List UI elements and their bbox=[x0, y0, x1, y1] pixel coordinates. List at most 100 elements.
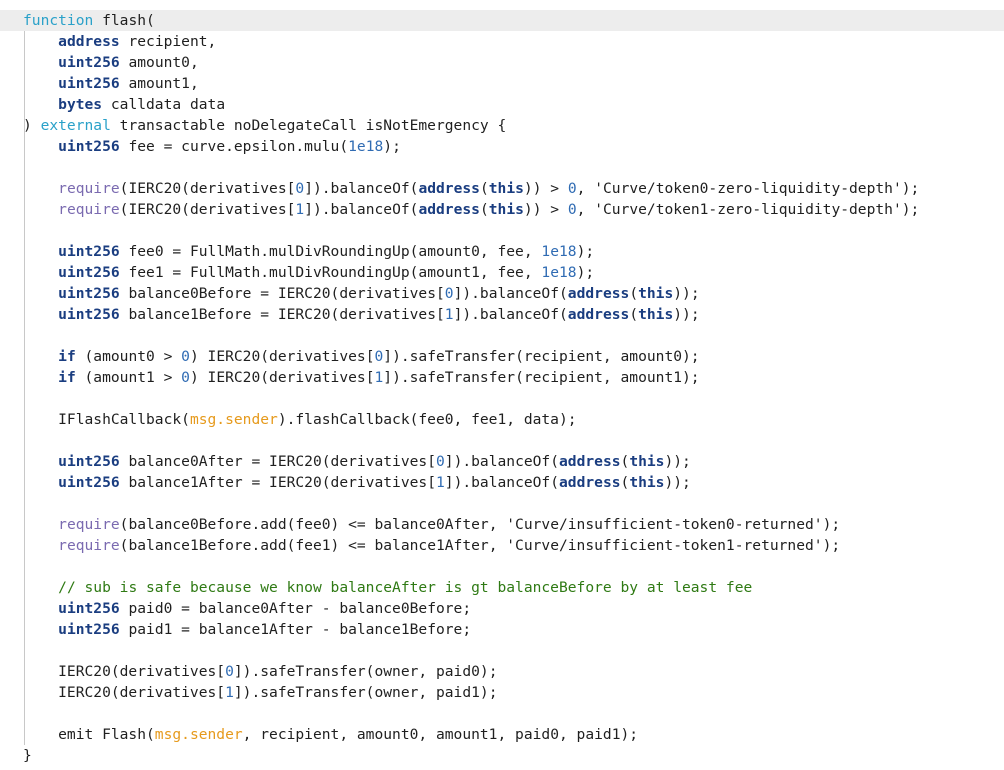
code-line[interactable] bbox=[0, 430, 1004, 451]
code-token: ( bbox=[479, 180, 489, 197]
code-token: ( bbox=[620, 474, 630, 491]
code-line[interactable]: if (amount1 > 0) IERC20(derivatives[1]).… bbox=[0, 367, 1004, 388]
code-token: } bbox=[23, 747, 32, 764]
code-token: )) > bbox=[523, 201, 568, 218]
code-token: , 'Curve/token0-zero-liquidity-depth'); bbox=[576, 180, 920, 197]
code-line[interactable]: uint256 paid0 = balance0After - balance0… bbox=[0, 598, 1004, 619]
code-line[interactable]: uint256 amount0, bbox=[0, 52, 1004, 73]
code-line[interactable]: IERC20(derivatives[1]).safeTransfer(owne… bbox=[0, 682, 1004, 703]
code-token: ) IERC20(derivatives[ bbox=[189, 369, 375, 386]
code-token: IERC20(derivatives[ bbox=[23, 684, 226, 701]
code-token: address bbox=[567, 285, 630, 302]
code-token: 1 bbox=[225, 684, 234, 701]
code-token: IFlashCallback( bbox=[23, 411, 190, 428]
code-line[interactable]: emit Flash(msg.sender, recipient, amount… bbox=[0, 724, 1004, 745]
code-line[interactable]: ) external transactable noDelegateCall i… bbox=[0, 115, 1004, 136]
code-line[interactable]: uint256 fee1 = FullMath.mulDivRoundingUp… bbox=[0, 262, 1004, 283]
code-token: require bbox=[58, 180, 120, 197]
code-token: 0 bbox=[181, 369, 190, 386]
code-token: address bbox=[567, 306, 630, 323]
code-token: this bbox=[629, 474, 665, 491]
code-token: transactable noDelegateCall isNotEmergen… bbox=[110, 117, 507, 134]
code-token: uint256 bbox=[58, 75, 120, 92]
code-token: ]).balanceOf( bbox=[453, 306, 568, 323]
code-token: 1e18 bbox=[541, 264, 577, 281]
code-token: ]).balanceOf( bbox=[453, 285, 568, 302]
code-line[interactable] bbox=[0, 325, 1004, 346]
code-token: balance0After = IERC20(derivatives[ bbox=[119, 453, 436, 470]
code-token: fee = curve.epsilon.mulu( bbox=[119, 138, 349, 155]
code-token: ( bbox=[629, 306, 639, 323]
code-token: ) IERC20(derivatives[ bbox=[189, 348, 375, 365]
code-token: (balance1Before.add(fee1) <= balance1Aft… bbox=[119, 537, 841, 554]
code-token: ) bbox=[23, 117, 41, 134]
code-line[interactable]: uint256 amount1, bbox=[0, 73, 1004, 94]
code-token: ( bbox=[620, 453, 630, 470]
code-token: ); bbox=[383, 138, 401, 155]
code-token: ]).balanceOf( bbox=[304, 180, 419, 197]
code-token: ]).balanceOf( bbox=[444, 474, 560, 491]
code-line[interactable]: uint256 balance0After = IERC20(derivativ… bbox=[0, 451, 1004, 472]
code-token: uint256 bbox=[58, 54, 120, 71]
code-token: )); bbox=[673, 285, 700, 302]
code-token: 0 bbox=[181, 348, 190, 365]
code-line[interactable]: // sub is safe because we know balanceAf… bbox=[0, 577, 1004, 598]
code-token: paid0 = balance0After - balance0Before; bbox=[119, 600, 472, 617]
code-editor[interactable]: function flash( address recipient, uint2… bbox=[0, 0, 1004, 770]
code-token: (amount0 > bbox=[75, 348, 182, 365]
code-token: address bbox=[418, 180, 480, 197]
code-line[interactable]: address recipient, bbox=[0, 31, 1004, 52]
code-token: (IERC20(derivatives[ bbox=[119, 180, 296, 197]
code-line[interactable] bbox=[0, 703, 1004, 724]
code-token: uint256 bbox=[58, 264, 120, 281]
code-token: 0 bbox=[444, 285, 454, 302]
code-token: ( bbox=[479, 201, 489, 218]
code-token: flash( bbox=[93, 12, 155, 29]
code-line[interactable]: uint256 balance1After = IERC20(derivativ… bbox=[0, 472, 1004, 493]
code-line[interactable] bbox=[0, 157, 1004, 178]
code-token: ]).balanceOf( bbox=[304, 201, 419, 218]
code-token: 0 bbox=[374, 348, 384, 365]
code-line[interactable]: require(IERC20(derivatives[1]).balanceOf… bbox=[0, 199, 1004, 220]
code-token: ); bbox=[576, 264, 595, 281]
code-line[interactable]: require(balance0Before.add(fee0) <= bala… bbox=[0, 514, 1004, 535]
code-line[interactable] bbox=[0, 388, 1004, 409]
code-token: address bbox=[559, 474, 621, 491]
code-line[interactable]: if (amount0 > 0) IERC20(derivatives[0]).… bbox=[0, 346, 1004, 367]
code-line[interactable]: uint256 paid1 = balance1After - balance1… bbox=[0, 619, 1004, 640]
code-token: fee1 = FullMath.mulDivRoundingUp(amount1… bbox=[119, 264, 542, 281]
code-token: 1 bbox=[374, 369, 384, 386]
code-line[interactable]: uint256 balance0Before = IERC20(derivati… bbox=[0, 283, 1004, 304]
code-token: this bbox=[629, 453, 665, 470]
code-token: uint256 bbox=[58, 600, 120, 617]
code-token: , recipient, amount0, amount1, paid0, pa… bbox=[242, 726, 639, 743]
code-line[interactable]: uint256 balance1Before = IERC20(derivati… bbox=[0, 304, 1004, 325]
code-line[interactable] bbox=[0, 640, 1004, 661]
code-token: ).flashCallback(fee0, fee1, data); bbox=[277, 411, 577, 428]
code-line-current[interactable]: function flash( bbox=[0, 10, 1004, 31]
code-token: address bbox=[418, 201, 480, 218]
code-line[interactable]: bytes calldata data bbox=[0, 94, 1004, 115]
code-line[interactable]: IERC20(derivatives[0]).safeTransfer(owne… bbox=[0, 661, 1004, 682]
code-line[interactable]: uint256 fee0 = FullMath.mulDivRoundingUp… bbox=[0, 241, 1004, 262]
code-token: recipient, bbox=[119, 33, 217, 50]
code-line[interactable] bbox=[0, 493, 1004, 514]
code-line[interactable]: require(IERC20(derivatives[0]).balanceOf… bbox=[0, 178, 1004, 199]
code-line[interactable]: } bbox=[0, 745, 1004, 766]
code-line[interactable] bbox=[0, 556, 1004, 577]
code-token: (IERC20(derivatives[ bbox=[119, 201, 296, 218]
code-line[interactable]: IFlashCallback(msg.sender).flashCallback… bbox=[0, 409, 1004, 430]
code-line[interactable]: require(balance1Before.add(fee1) <= bala… bbox=[0, 535, 1004, 556]
code-token: if bbox=[58, 369, 76, 386]
code-line[interactable]: uint256 fee = curve.epsilon.mulu(1e18); bbox=[0, 136, 1004, 157]
code-line[interactable] bbox=[0, 220, 1004, 241]
